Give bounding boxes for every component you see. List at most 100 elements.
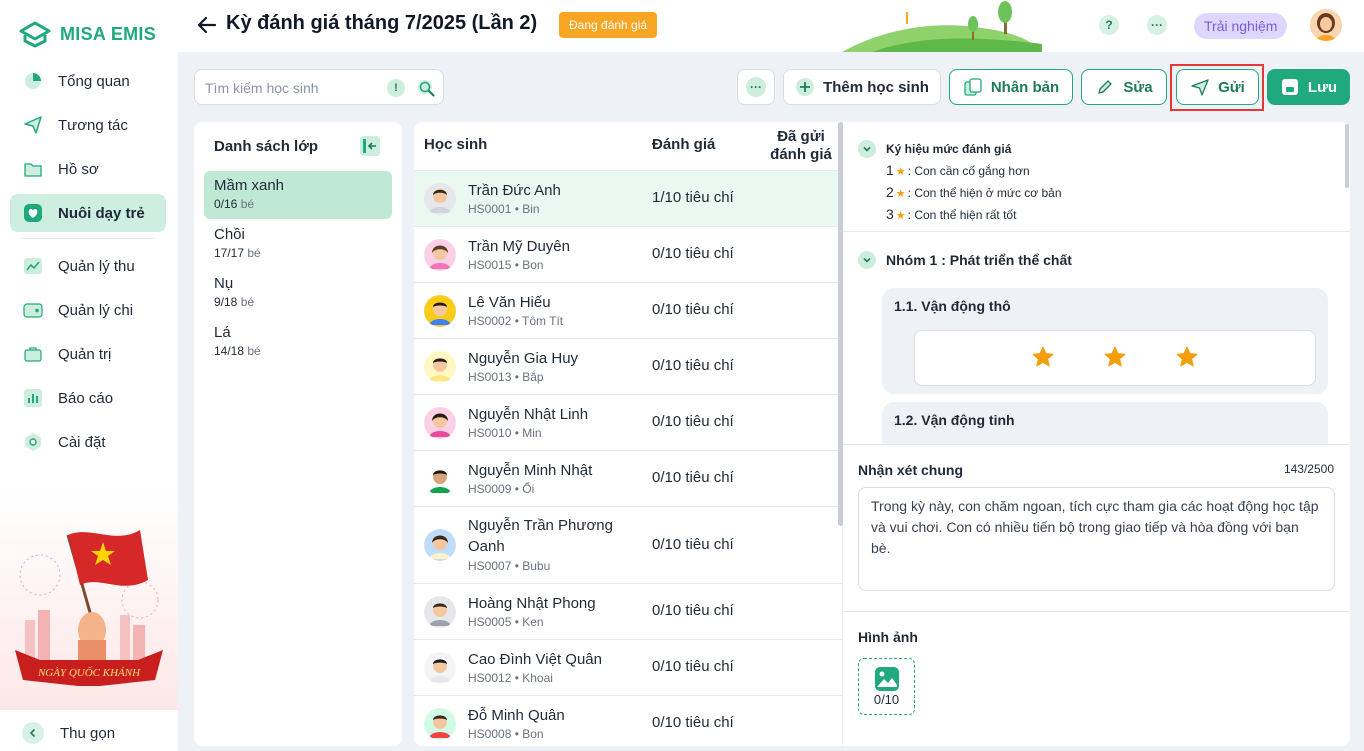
star-icon[interactable]	[1175, 345, 1199, 369]
star-icon[interactable]	[1031, 345, 1055, 369]
divider	[843, 231, 1350, 232]
images-label: Hình ảnh	[858, 629, 918, 645]
star-icon[interactable]	[1103, 345, 1127, 369]
student-name: Nguyễn Trần Phương Oanh	[468, 517, 613, 555]
user-avatar[interactable]	[1310, 9, 1342, 41]
class-count-unit: bé	[247, 344, 261, 358]
help-button[interactable]: ?	[1099, 15, 1119, 35]
table-row[interactable]: Nguyễn Trần Phương Oanh HS0007 • Bubu 0/…	[414, 506, 842, 583]
class-count-unit: bé	[240, 295, 255, 309]
criterion-title: 1.2. Vận động tinh	[894, 412, 1015, 428]
chevron-down-icon[interactable]	[858, 140, 876, 158]
class-count-value: 9/18	[214, 295, 238, 309]
group-title: Nhóm 1 : Phát triển thể chất	[886, 252, 1072, 268]
table-row[interactable]: Lê Văn Hiếu HS0002 • Tôm Tít 0/10 tiêu c…	[414, 282, 842, 338]
table-row[interactable]: Hoàng Nhật Phong HS0005 • Ken 0/10 tiêu …	[414, 583, 842, 639]
student-code: HS0008 • Bon	[468, 727, 544, 741]
sidebar-item-label: Báo cáo	[58, 389, 114, 407]
sidebar-item-label: Tổng quan	[58, 72, 130, 90]
collapse-label: Thu gọn	[60, 724, 116, 742]
sidebar-item-childcare[interactable]: Nuôi dạy trẻ	[10, 194, 166, 232]
sidebar-item-admin[interactable]: Quản trị	[10, 335, 166, 373]
class-count-value: 14/18	[214, 344, 245, 358]
table-row[interactable]: Trần Đức Anh HS0001 • Bin 1/10 tiêu chí	[414, 170, 842, 226]
sidebar-item-records[interactable]: Hồ sơ	[10, 150, 166, 188]
duplicate-button[interactable]: Nhân bản	[949, 69, 1073, 105]
more-icon: ···	[746, 77, 766, 97]
add-student-label: Thêm học sinh	[823, 78, 929, 96]
image-upload-button[interactable]: 0/10	[858, 658, 915, 715]
edit-button[interactable]: Sửa	[1081, 69, 1167, 105]
trial-button[interactable]: Trải nghiệm	[1194, 13, 1288, 39]
student-name: Nguyễn Nhật Linh	[468, 406, 589, 423]
landscape-decoration	[842, 1, 1042, 52]
back-arrow-icon[interactable]	[196, 14, 218, 36]
class-item[interactable]: Lá 14/18 bé	[204, 318, 392, 366]
student-avatar	[424, 407, 456, 439]
detail-scrollbar[interactable]	[1345, 124, 1349, 188]
save-label: Lưu	[1307, 78, 1338, 96]
info-icon[interactable]: !	[387, 79, 405, 97]
student-table: Học sinh Đánh giá Đã gửi đánh giá Trần Đ…	[414, 122, 842, 746]
more-options-button[interactable]: ···	[1147, 15, 1167, 35]
legend-text: : Con thể hiện ở mức cơ bản	[907, 186, 1062, 200]
column-header-evaluation: Đánh giá	[652, 136, 716, 153]
table-row[interactable]: Nguyễn Minh Nhật HS0009 • Ổi 0/10 tiêu c…	[414, 450, 842, 506]
panel-collapse-icon[interactable]	[360, 136, 380, 156]
pie-chart-icon	[22, 70, 44, 92]
student-evaluation: 1/10 tiêu chí	[652, 189, 734, 206]
student-name: Trần Đức Anh	[468, 182, 561, 199]
sidebar-item-expense[interactable]: Quản lý chi	[10, 291, 166, 329]
gear-icon	[22, 431, 44, 453]
search-input[interactable]	[205, 78, 375, 98]
chevron-down-icon[interactable]	[858, 251, 876, 269]
add-student-button[interactable]: Thêm học sinh	[783, 69, 941, 105]
sidebar-item-reports[interactable]: Báo cáo	[10, 379, 166, 417]
remark-textarea[interactable]: Trong kỳ này, con chăm ngoan, tích cực t…	[858, 487, 1335, 591]
legend-text: : Con thể hiện rất tốt	[907, 208, 1017, 222]
table-row[interactable]: Nguyễn Gia Huy HS0013 • Bắp 0/10 tiêu ch…	[414, 338, 842, 394]
class-name: Mầm xanh	[214, 177, 285, 194]
student-code: HS0001 • Bin	[468, 202, 540, 216]
collapse-sidebar-button[interactable]: Thu gọn	[22, 722, 115, 744]
table-row[interactable]: Cao Đình Việt Quân HS0012 • Khoai 0/10 t…	[414, 639, 842, 695]
table-row[interactable]: Nguyễn Nhật Linh HS0010 • Min 0/10 tiêu …	[414, 394, 842, 450]
toolbar-more-button[interactable]: ···	[737, 69, 775, 105]
app-logo[interactable]: MISA EMIS	[18, 20, 156, 48]
edit-label: Sửa	[1123, 78, 1153, 96]
star-icon: ★	[895, 210, 906, 222]
student-avatar	[424, 652, 456, 684]
legend-title: Ký hiệu mức đánh giá	[886, 142, 1012, 156]
student-code: HS0009 • Ổi	[468, 482, 535, 496]
save-button[interactable]: Lưu	[1267, 69, 1350, 105]
student-avatar	[424, 351, 456, 383]
send-button-highlight	[1170, 64, 1264, 111]
star-rating	[914, 330, 1316, 386]
criterion-title: 1.1. Vận động thô	[894, 298, 1011, 314]
national-day-illustration: NGÀY QUỐC KHÁNH	[15, 530, 163, 686]
sidebar-item-settings[interactable]: Cài đặt	[10, 423, 166, 461]
class-item[interactable]: Chồi 17/17 bé	[204, 220, 392, 268]
criterion-card: 1.1. Vận động thô	[882, 288, 1328, 394]
table-row[interactable]: Trần Mỹ Duyên HS0015 • Bon 0/10 tiêu chí	[414, 226, 842, 282]
sidebar-item-revenue[interactable]: Quản lý thu	[10, 247, 166, 285]
student-name: Hoàng Nhật Phong	[468, 595, 596, 612]
sidebar-item-overview[interactable]: Tổng quan	[10, 62, 166, 100]
trend-icon	[22, 255, 44, 277]
class-count: 0/16 bé	[214, 197, 392, 211]
remark-char-count: 143/2500	[1283, 462, 1334, 476]
table-row[interactable]: Đỗ Minh Quân HS0008 • Bon 0/10 tiêu chí	[414, 695, 842, 746]
student-code: HS0002 • Tôm Tít	[468, 314, 564, 328]
sidebar-item-label: Tương tác	[58, 116, 128, 134]
search-icon[interactable]	[416, 78, 436, 98]
student-avatar	[424, 708, 456, 740]
folder-icon	[22, 158, 44, 180]
class-item[interactable]: Nụ 9/18 bé	[204, 269, 392, 317]
student-code: HS0007 • Bubu	[468, 559, 551, 573]
save-icon	[1281, 79, 1298, 95]
student-avatar	[424, 596, 456, 628]
class-count: 17/17 bé	[214, 246, 392, 260]
class-item[interactable]: Mầm xanh 0/16 bé	[204, 171, 392, 219]
sidebar-item-interaction[interactable]: Tương tác	[10, 106, 166, 144]
legend-item: 3 ★: Con thể hiện rất tốt	[886, 206, 1016, 222]
